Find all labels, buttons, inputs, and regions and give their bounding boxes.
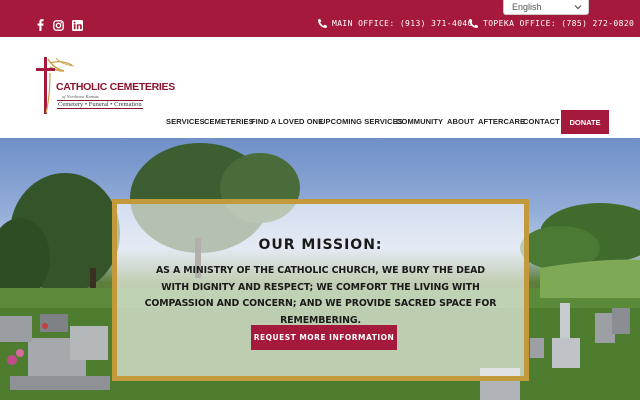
donate-button[interactable]: DONATE <box>561 110 609 134</box>
phone-icon <box>469 19 478 28</box>
nav-about[interactable]: ABOUT <box>447 117 474 126</box>
top-bar: MAIN OFFICE: (913) 371-4040 TOPEKA OFFIC… <box>0 0 640 37</box>
nav-find-a-loved-one[interactable]: FIND A LOVED ONE <box>251 117 323 126</box>
logo-title: CATHOLIC CEMETERIES <box>56 81 175 93</box>
linkedin-icon[interactable] <box>71 19 83 31</box>
topeka-office-label: TOPEKA OFFICE: (785) 272-0820 <box>483 19 635 28</box>
facebook-icon[interactable] <box>34 19 46 31</box>
site-header: CATHOLIC CEMETERIES of Northeast Kansas … <box>0 37 640 138</box>
mission-text: AS A MINISTRY OF THE CATHOLIC CHURCH, WE… <box>144 265 497 326</box>
main-office-label: MAIN OFFICE: (913) 371-4040 <box>332 19 473 28</box>
main-office-phone[interactable]: MAIN OFFICE: (913) 371-4040 <box>318 19 473 28</box>
mission-title: OUR MISSION: <box>258 237 383 253</box>
nav-community[interactable]: COMMUNITY <box>396 117 443 126</box>
logo-subtitle: of Northeast Kansas <box>62 94 99 99</box>
instagram-icon[interactable] <box>52 19 64 31</box>
nav-services[interactable]: SERVICES <box>166 117 205 126</box>
nav-contact[interactable]: CONTACT <box>523 117 560 126</box>
logo-tagline: Cemetery • Funeral • Cremation <box>57 100 143 109</box>
phone-icon <box>318 19 327 28</box>
nav-cemeteries[interactable]: CEMETERIES <box>204 117 254 126</box>
nav-aftercare[interactable]: AFTERCARE <box>478 117 525 126</box>
nav-upcoming-services[interactable]: UPCOMING SERVICES <box>320 117 403 126</box>
chevron-down-icon <box>574 5 582 10</box>
request-more-information-button[interactable]: REQUEST MORE INFORMATION <box>251 325 397 350</box>
language-select[interactable]: English <box>503 0 589 15</box>
topeka-office-phone[interactable]: TOPEKA OFFICE: (785) 272-0820 <box>469 19 634 28</box>
mission-box: OUR MISSION: AS A MINISTRY OF THE CATHOL… <box>112 199 529 381</box>
language-value: English <box>512 2 542 12</box>
